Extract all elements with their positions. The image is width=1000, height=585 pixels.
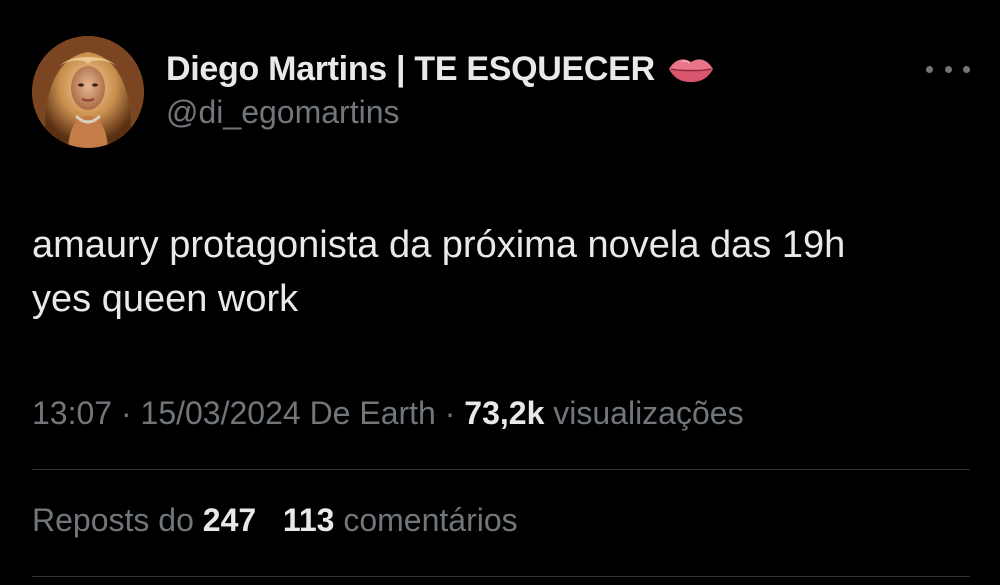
- divider: [32, 576, 970, 577]
- author-name-row: Diego Martins | TE ESQUECER: [166, 48, 715, 90]
- tweet-source: De Earth: [309, 395, 436, 431]
- more-options-icon: [944, 65, 952, 73]
- author-handle[interactable]: @di_egomartins: [166, 94, 399, 131]
- separator-dot: ·: [120, 395, 132, 431]
- comments-label: comentários: [343, 502, 518, 538]
- comments-stat[interactable]: 113 comentários: [274, 502, 518, 538]
- separator-dot: ·: [444, 395, 456, 431]
- views-count: 73,2k: [464, 395, 545, 431]
- reposts-stat[interactable]: Reposts do 247: [32, 502, 265, 538]
- tweet-metadata: 13:07 · 15/03/2024 De Earth · 73,2k visu…: [32, 395, 744, 432]
- tweet-card: Diego Martins | TE ESQUECER @di_egomarti…: [0, 0, 1000, 585]
- tweet-time[interactable]: 13:07: [32, 395, 112, 431]
- views-label: visualizações: [553, 395, 744, 431]
- avatar[interactable]: [32, 36, 144, 148]
- divider: [32, 469, 970, 470]
- tweet-text-line: amaury protagonista da próxima novela da…: [32, 224, 846, 266]
- lips-icon: [667, 55, 715, 83]
- reposts-count: 247: [202, 502, 257, 538]
- engagement-stats: Reposts do 247 113 comentários: [32, 502, 518, 539]
- more-options-icon: [926, 65, 933, 73]
- reposts-label: Reposts do: [32, 502, 194, 538]
- author-display-name[interactable]: Diego Martins | TE ESQUECER: [166, 50, 655, 89]
- tweet-text: amaury protagonista da próxima novela da…: [32, 218, 982, 326]
- avatar-image: [32, 36, 144, 148]
- tweet-date[interactable]: 15/03/2024: [141, 395, 301, 431]
- comments-count: 113: [282, 502, 335, 538]
- more-options-button[interactable]: [926, 58, 970, 80]
- more-options-icon: [963, 65, 970, 73]
- tweet-text-line: yes queen work: [32, 278, 299, 320]
